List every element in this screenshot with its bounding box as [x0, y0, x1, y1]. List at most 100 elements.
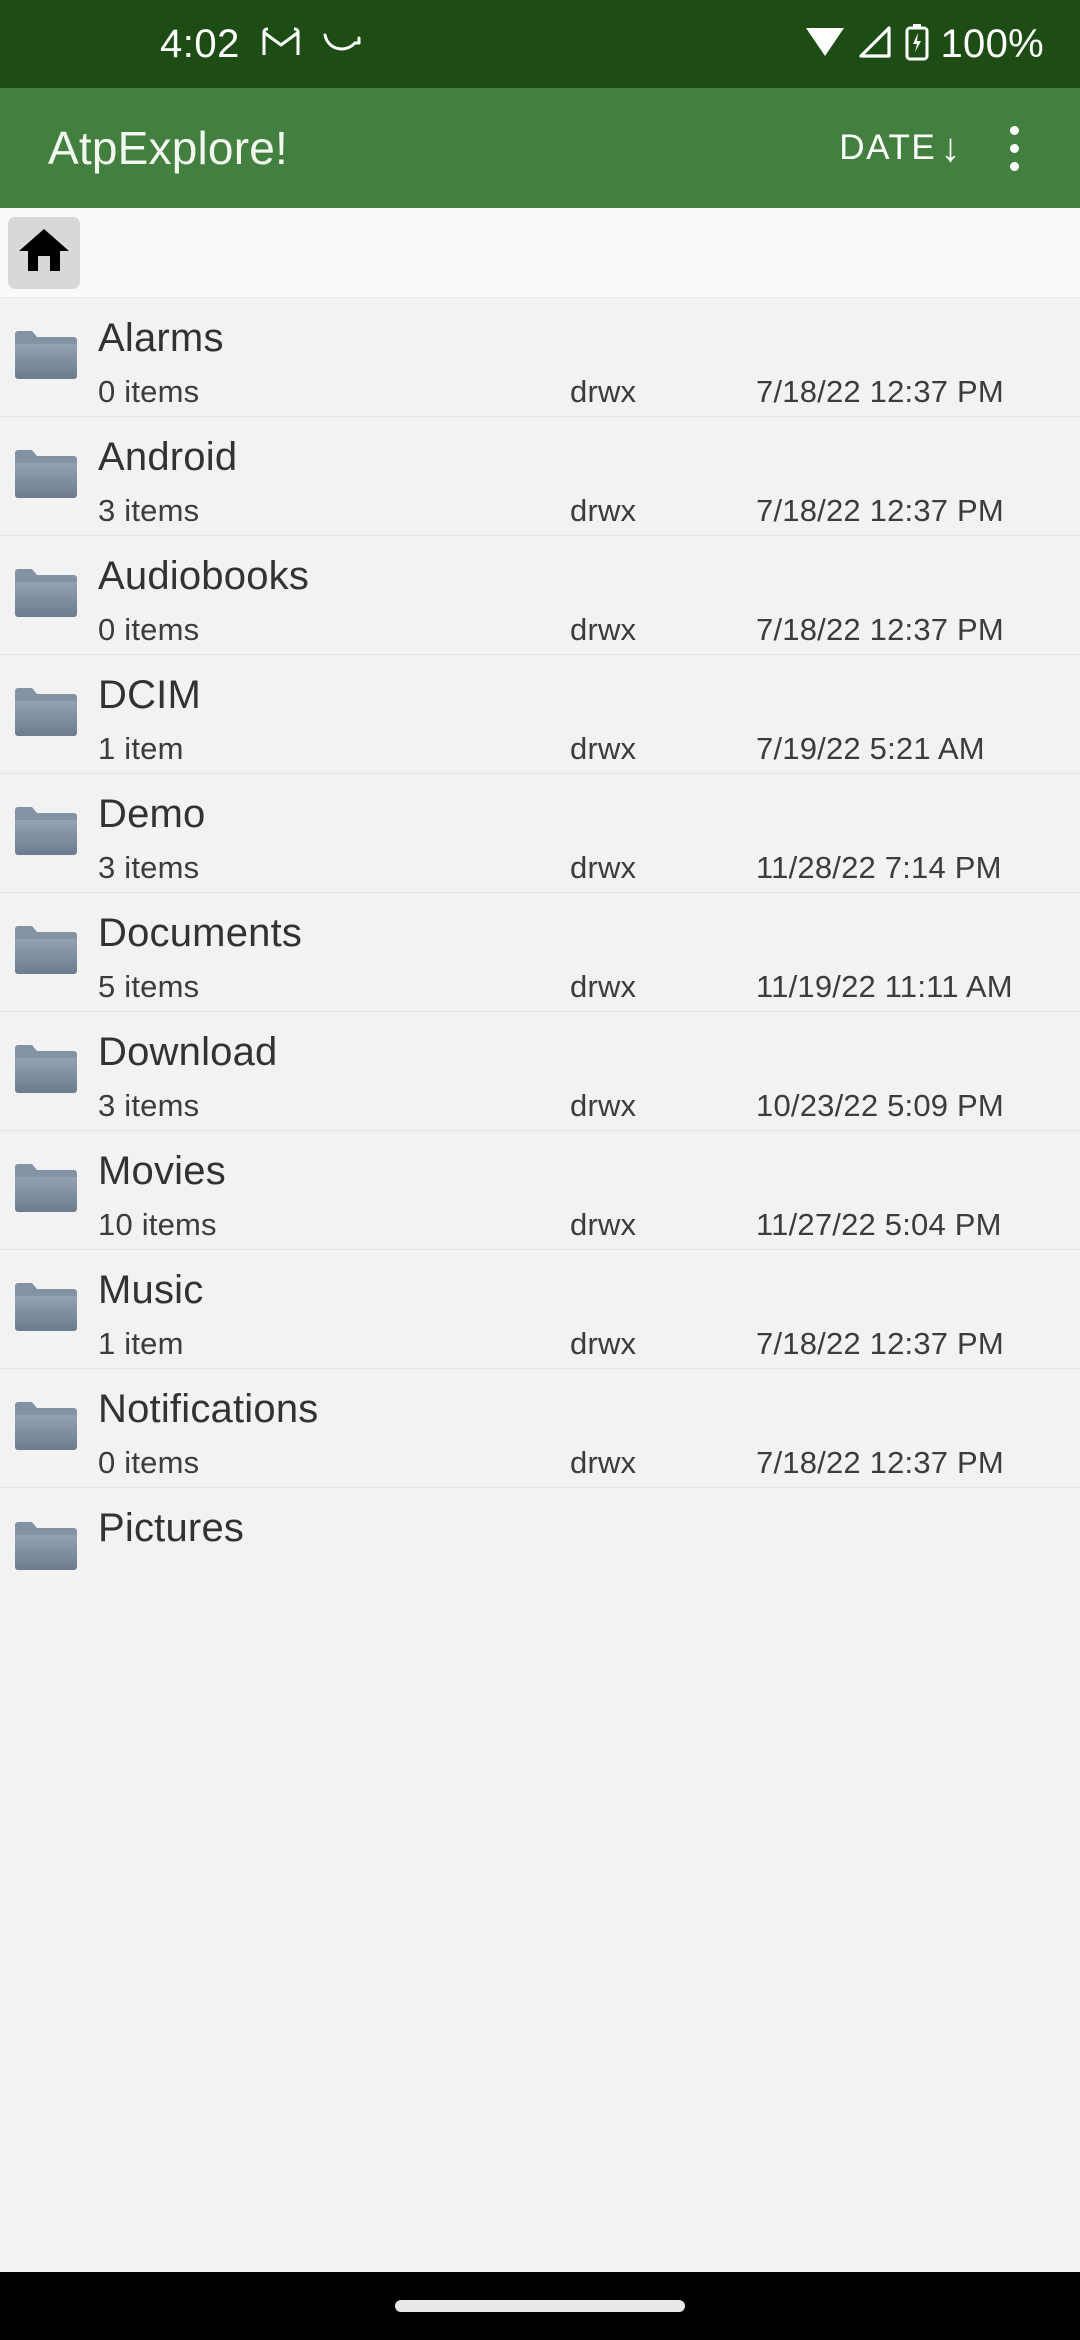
row-content: Audiobooks 0 items drwx 7/18/22 12:37 PM: [90, 536, 1080, 654]
row-content: DCIM 1 item drwx 7/19/22 5:21 AM: [90, 655, 1080, 773]
table-row[interactable]: Notifications 0 items drwx 7/18/22 12:37…: [0, 1369, 1080, 1488]
row-content: Android 3 items drwx 7/18/22 12:37 PM: [90, 417, 1080, 535]
item-count: 0 items: [98, 612, 200, 647]
status-bar-left: 4:02: [0, 24, 362, 64]
folder-icon: [10, 804, 82, 862]
sort-by-date-button[interactable]: DATE ↓: [825, 114, 970, 182]
battery-percent-label: 100%: [940, 22, 1044, 66]
item-count: 0 items: [98, 1445, 200, 1480]
table-row[interactable]: Demo 3 items drwx 11/28/22 7:14 PM: [0, 774, 1080, 893]
dot-icon: [1009, 161, 1019, 171]
row-content: Pictures: [90, 1488, 1080, 1607]
battery-charging-icon: [904, 23, 930, 66]
table-row[interactable]: Alarms 0 items drwx 7/18/22 12:37 PM: [0, 298, 1080, 417]
dot-icon: [1009, 143, 1019, 153]
folder-icon: [10, 328, 82, 386]
folder-icon: [10, 923, 82, 981]
modified-date: 7/18/22 12:37 PM: [756, 1326, 1004, 1361]
table-row[interactable]: DCIM 1 item drwx 7/19/22 5:21 AM: [0, 655, 1080, 774]
file-name: DCIM: [98, 673, 202, 717]
swipe-gesture-icon: [322, 30, 362, 59]
file-name: Audiobooks: [98, 554, 310, 598]
permissions: drwx: [570, 969, 637, 1004]
sort-descending-arrow-icon: ↓: [940, 126, 962, 170]
permissions: drwx: [570, 850, 637, 885]
item-count: 5 items: [98, 969, 200, 1004]
row-content: Notifications 0 items drwx 7/18/22 12:37…: [90, 1369, 1080, 1487]
folder-icon: [10, 1161, 82, 1219]
modified-date: 11/27/22 5:04 PM: [756, 1207, 1002, 1242]
row-content: Alarms 0 items drwx 7/18/22 12:37 PM: [90, 298, 1080, 416]
app-bar-actions: DATE ↓: [825, 105, 1052, 191]
phone-screen: 4:02 100% AtpExplore! DATE ↓ Alarms 0 it…: [0, 0, 1080, 2340]
item-count: 1 item: [98, 1326, 184, 1361]
permissions: drwx: [570, 493, 637, 528]
page-title: AtpExplore!: [48, 122, 288, 174]
status-bar-right: 100%: [804, 23, 1044, 66]
file-name: Demo: [98, 792, 206, 836]
table-row[interactable]: Download 3 items drwx 10/23/22 5:09 PM: [0, 1012, 1080, 1131]
file-name: Documents: [98, 911, 303, 955]
folder-icon: [10, 1519, 82, 1577]
modified-date: 11/19/22 11:11 AM: [756, 969, 1013, 1004]
file-name: Movies: [98, 1149, 226, 1193]
file-name: Android: [98, 435, 238, 479]
wifi-icon: [804, 25, 846, 64]
status-clock: 4:02: [160, 22, 240, 66]
file-list[interactable]: Alarms 0 items drwx 7/18/22 12:37 PM And…: [0, 298, 1080, 1607]
row-content: Demo 3 items drwx 11/28/22 7:14 PM: [90, 774, 1080, 892]
status-bar: 4:02 100%: [0, 0, 1080, 88]
breadcrumb: [0, 208, 1080, 298]
file-name: Pictures: [98, 1506, 245, 1550]
folder-icon: [10, 1399, 82, 1457]
overflow-menu-button[interactable]: [976, 105, 1052, 191]
permissions: drwx: [570, 374, 637, 409]
modified-date: 10/23/22 5:09 PM: [756, 1088, 1004, 1123]
row-content: Documents 5 items drwx 11/19/22 11:11 AM: [90, 893, 1080, 1011]
item-count: 0 items: [98, 374, 200, 409]
file-name: Alarms: [98, 316, 224, 360]
home-button[interactable]: [8, 216, 80, 289]
home-gesture-pill[interactable]: [395, 2300, 685, 2312]
folder-icon: [10, 685, 82, 743]
modified-date: 7/18/22 12:37 PM: [756, 1445, 1004, 1480]
permissions: drwx: [570, 612, 637, 647]
item-count: 3 items: [98, 493, 200, 528]
permissions: drwx: [570, 1088, 637, 1123]
permissions: drwx: [570, 1445, 637, 1480]
cellular-signal-icon: [856, 25, 894, 64]
table-row[interactable]: Audiobooks 0 items drwx 7/18/22 12:37 PM: [0, 536, 1080, 655]
table-row[interactable]: Android 3 items drwx 7/18/22 12:37 PM: [0, 417, 1080, 536]
home-icon: [18, 226, 70, 279]
table-row[interactable]: Documents 5 items drwx 11/19/22 11:11 AM: [0, 893, 1080, 1012]
app-bar: AtpExplore! DATE ↓: [0, 88, 1080, 208]
item-count: 10 items: [98, 1207, 217, 1242]
item-count: 1 item: [98, 731, 184, 766]
modified-date: 7/18/22 12:37 PM: [756, 612, 1004, 647]
permissions: drwx: [570, 1326, 637, 1361]
file-name: Music: [98, 1268, 204, 1312]
table-row[interactable]: Pictures: [0, 1488, 1080, 1607]
modified-date: 7/18/22 12:37 PM: [756, 493, 1004, 528]
modified-date: 7/19/22 5:21 AM: [756, 731, 985, 766]
folder-icon: [10, 1280, 82, 1338]
row-content: Movies 10 items drwx 11/27/22 5:04 PM: [90, 1131, 1080, 1249]
modified-date: 7/18/22 12:37 PM: [756, 374, 1004, 409]
row-content: Download 3 items drwx 10/23/22 5:09 PM: [90, 1012, 1080, 1130]
item-count: 3 items: [98, 1088, 200, 1123]
sort-label: DATE: [839, 128, 937, 167]
table-row[interactable]: Movies 10 items drwx 11/27/22 5:04 PM: [0, 1131, 1080, 1250]
file-name: Download: [98, 1030, 278, 1074]
row-content: Music 1 item drwx 7/18/22 12:37 PM: [90, 1250, 1080, 1368]
permissions: drwx: [570, 731, 637, 766]
system-navigation-bar: [0, 2272, 1080, 2340]
folder-icon: [10, 1042, 82, 1100]
folder-icon: [10, 566, 82, 624]
dot-icon: [1009, 125, 1019, 135]
modified-date: 11/28/22 7:14 PM: [756, 850, 1002, 885]
permissions: drwx: [570, 1207, 637, 1242]
table-row[interactable]: Music 1 item drwx 7/18/22 12:37 PM: [0, 1250, 1080, 1369]
file-name: Notifications: [98, 1387, 319, 1431]
gmail-icon: [262, 27, 300, 62]
folder-icon: [10, 447, 82, 505]
